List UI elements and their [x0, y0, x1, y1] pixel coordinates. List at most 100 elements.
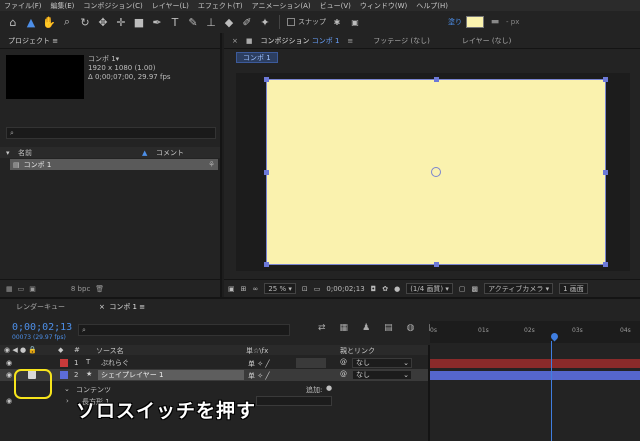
region-of-interest-icon[interactable]: ▢ [459, 285, 466, 293]
eraser-tool-icon[interactable]: ◆ [222, 15, 236, 29]
frame-blending-icon[interactable]: ▤ [384, 323, 393, 333]
expand-arrow-icon[interactable]: ⌄ [64, 385, 70, 393]
layer-switch-boxes[interactable] [296, 358, 326, 368]
views-select[interactable]: 1 画面 [559, 283, 588, 294]
home-icon[interactable]: ⌂ [6, 15, 20, 29]
transform-handle[interactable] [603, 262, 608, 267]
brush-tool-icon[interactable]: ✎ [186, 15, 200, 29]
layer-label-color[interactable] [60, 371, 68, 379]
snap-options-icon[interactable]: ✱ [330, 15, 344, 29]
type-tool-icon[interactable]: T [168, 15, 182, 29]
menu-item[interactable]: ヘルプ(H) [416, 1, 448, 11]
parent-select[interactable]: なし ⌄ [352, 358, 412, 368]
menu-item[interactable]: ウィンドウ(W) [360, 1, 407, 11]
menu-item[interactable]: ファイル(F) [4, 1, 42, 11]
menu-item[interactable]: レイヤー(L) [152, 1, 189, 11]
timeline-search-input[interactable]: ⌕ [78, 324, 290, 336]
preview-icon[interactable]: ▣ [228, 285, 235, 293]
current-time-indicator[interactable] [549, 331, 560, 342]
menu-item[interactable]: 編集(E) [51, 1, 75, 11]
tab-footage[interactable]: フッテージ (なし) [373, 36, 430, 46]
add-menu-icon[interactable]: ● [326, 384, 332, 392]
fill-label[interactable]: 塗り [448, 17, 462, 27]
anchor-point-icon[interactable] [431, 167, 441, 177]
layer-name[interactable]: ぷれらぐ [98, 358, 244, 368]
name-column-header[interactable]: 名前 [18, 148, 32, 158]
layer-name[interactable]: シェイプレイヤー 1 [98, 370, 244, 380]
camera-select[interactable]: アクティブカメラ ▾ [484, 283, 554, 294]
menu-item[interactable]: エフェクト(T) [198, 1, 243, 11]
resolution-select[interactable]: (1/4 画質) ▾ [406, 283, 453, 294]
blend-mode-select[interactable] [256, 396, 332, 406]
zoom-tool-icon[interactable]: ⌕ [60, 15, 74, 29]
rotate-tool-icon[interactable]: ↻ [78, 15, 92, 29]
layer-row[interactable]: ◉ 2 ★ シェイプレイヤー 1 单 ✧ ╱ @ なし ⌄ [0, 369, 428, 381]
solo-switch[interactable] [28, 358, 36, 367]
shy-icon[interactable]: ♟ [362, 323, 370, 333]
transform-handle[interactable] [603, 77, 608, 82]
roto-brush-tool-icon[interactable]: ✐ [240, 15, 254, 29]
pen-tool-icon[interactable]: ✒ [150, 15, 164, 29]
mask-icon[interactable]: ∞ [253, 285, 259, 293]
viewer-timecode[interactable]: 0;00;02;13 [326, 285, 364, 293]
menu-icon[interactable]: ≡ [347, 37, 353, 45]
transform-handle[interactable] [264, 170, 269, 175]
selection-tool-icon[interactable]: ▲ [24, 15, 38, 29]
add-label[interactable]: 追加: [306, 385, 322, 395]
pickwhip-icon[interactable]: @ [340, 370, 347, 378]
project-search-input[interactable]: ⌕ [6, 127, 216, 139]
camera-tool-icon[interactable]: ✥ [96, 15, 110, 29]
fit-icon[interactable]: ⊡ [302, 285, 308, 293]
timeline-timecode[interactable]: 0;00;02;13 [12, 322, 72, 333]
bpc-button[interactable]: 8 bpc [71, 285, 90, 293]
transform-handle[interactable] [264, 77, 269, 82]
sort-arrow-icon[interactable]: ▲ [142, 149, 147, 157]
tab-layer[interactable]: レイヤー (なし) [462, 36, 511, 46]
new-folder-icon[interactable]: ▭ [18, 285, 25, 293]
pan-behind-tool-icon[interactable]: ✛ [114, 15, 128, 29]
shape-layer-canvas[interactable] [264, 77, 608, 267]
project-tab[interactable]: プロジェクト ≡ [0, 33, 220, 49]
fill-color-swatch[interactable] [466, 16, 484, 28]
source-name-column-header[interactable]: ソース名 [96, 346, 124, 356]
snap-align-icon[interactable]: ▣ [348, 15, 362, 29]
layer-label-color[interactable] [60, 359, 68, 367]
trash-icon[interactable]: 🗑 [95, 285, 104, 293]
comment-column-header[interactable]: コメント [156, 148, 184, 158]
layer-switches-icon[interactable]: 单 ✧ ╱ [248, 371, 270, 381]
eye-icon[interactable]: ◉ [6, 359, 12, 367]
close-icon[interactable]: × [232, 37, 238, 45]
region-icon[interactable]: ▭ [314, 285, 321, 293]
expand-arrow-icon[interactable]: › [66, 397, 69, 405]
channel-icon[interactable]: ● [394, 285, 400, 293]
eye-icon[interactable]: ◉ [6, 397, 12, 405]
zoom-select[interactable]: 25 % ▾ [264, 283, 296, 294]
tab-composition[interactable]: コンポジション コンポ 1 [261, 36, 340, 46]
layer-switches-icon[interactable]: 单 ✧ ╱ [248, 359, 270, 369]
transform-handle[interactable] [434, 77, 439, 82]
stroke-width-field[interactable]: - px [506, 18, 519, 26]
eye-icon[interactable]: ◉ [6, 371, 12, 379]
tab-timeline-comp[interactable]: × コンポ 1 ≡ [99, 302, 145, 312]
menu-item[interactable]: アニメーション(A) [252, 1, 311, 11]
layer-row[interactable]: ◉ 1 T ぷれらぐ单 ✧ ╱ @ なし ⌄ [0, 357, 428, 369]
parent-select[interactable]: なし ⌄ [352, 370, 412, 380]
comp-info-name[interactable]: コンポ 1▾ [88, 55, 171, 64]
menu-item[interactable]: ビュー(V) [320, 1, 351, 11]
grid-icon[interactable]: ⊞ [241, 285, 247, 293]
flowchart-icon[interactable]: ⚘ [208, 160, 215, 169]
transparency-grid-icon[interactable]: ▩ [472, 285, 479, 293]
stroke-swatch-icon[interactable]: ▬ [488, 15, 502, 29]
snap-checkbox[interactable] [287, 18, 295, 26]
motion-blur-icon[interactable]: ◍ [407, 323, 415, 333]
project-item-comp[interactable]: ▤ コンポ 1 [10, 159, 218, 170]
show-snapshot-icon[interactable]: ✿ [382, 285, 388, 293]
close-icon[interactable]: × [99, 303, 105, 311]
snapshot-icon[interactable]: ◘ [371, 285, 377, 293]
hand-tool-icon[interactable]: ✋ [42, 15, 56, 29]
transform-handle[interactable] [264, 262, 269, 267]
new-comp-icon[interactable]: ▣ [29, 285, 36, 293]
comp-mini-flowchart-icon[interactable]: ⇄ [318, 323, 326, 333]
lock-icon[interactable]: ■ [246, 37, 253, 45]
rectangle-tool-icon[interactable]: ■ [132, 15, 146, 29]
